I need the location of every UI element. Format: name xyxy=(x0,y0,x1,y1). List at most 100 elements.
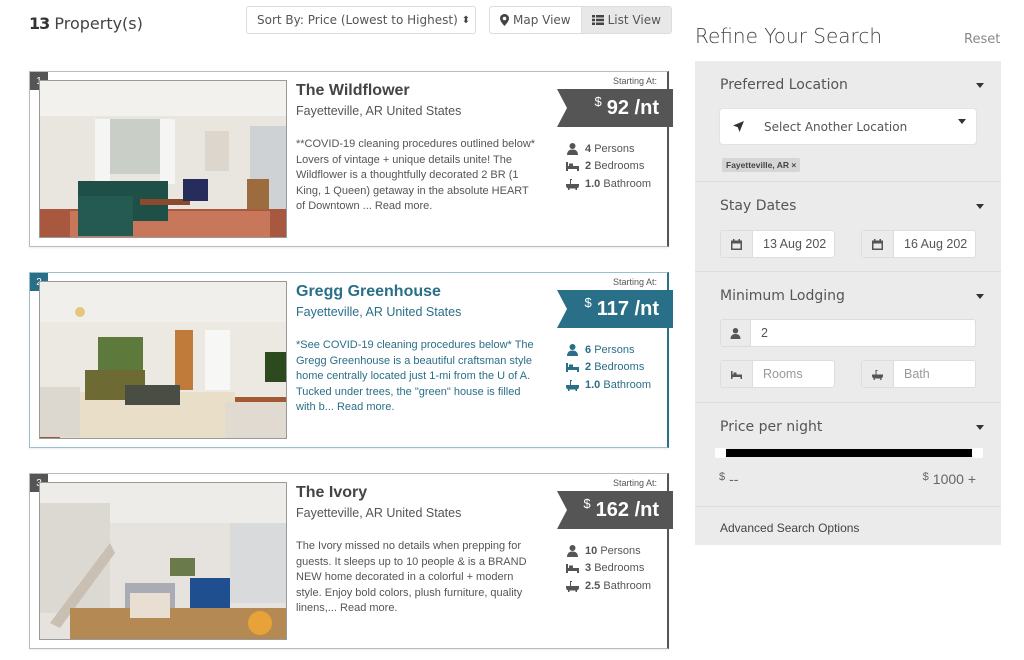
amenity-persons: 10 Persons xyxy=(566,542,651,560)
sort-label: Sort By: Price (Lowest to Highest) xyxy=(257,13,458,27)
guests-value: 2 xyxy=(761,326,768,340)
price-amount: 162 /nt xyxy=(595,498,659,521)
listing-card[interactable]: 2 Gregg Greenhouse Fayetteville, AR Unit… xyxy=(29,272,673,448)
price-amount: 117 /nt xyxy=(596,297,659,320)
location-arrow-icon xyxy=(733,121,744,132)
bathtub-icon xyxy=(862,361,894,387)
advanced-search-options-link[interactable]: Advanced Search Options xyxy=(720,521,859,535)
location-select-placeholder: Select Another Location xyxy=(764,119,908,134)
bathtub-icon xyxy=(566,379,579,391)
listing-photo[interactable] xyxy=(39,281,287,439)
price-section-title[interactable]: Price per night xyxy=(720,419,822,435)
list-view-button[interactable]: List View xyxy=(580,7,671,33)
bed-icon xyxy=(721,361,753,387)
property-count: 13 Property(s) xyxy=(29,14,143,33)
lodging-section-title[interactable]: Minimum Lodging xyxy=(720,288,845,304)
starting-at-label: Starting At: xyxy=(612,478,657,488)
sort-dropdown[interactable]: Sort By: Price (Lowest to Highest) ⬍ xyxy=(246,6,476,34)
price-currency: $ xyxy=(583,496,591,511)
checkout-date-field[interactable]: 16 Aug 202 xyxy=(861,230,976,258)
bath-placeholder: Bath xyxy=(904,367,930,381)
map-view-button[interactable]: Map View xyxy=(490,7,581,33)
price-currency: $ xyxy=(594,94,602,109)
amenities: 6 Persons 2 Bedrooms 1.0 Bathroom xyxy=(566,341,651,394)
lodging-collapse-caret-icon[interactable] xyxy=(976,294,984,299)
price-amount: 92 /nt xyxy=(606,96,659,119)
dates-section-title[interactable]: Stay Dates xyxy=(720,198,796,214)
price-ribbon: $ 117 /nt xyxy=(557,290,673,328)
bed-icon xyxy=(566,162,579,172)
price-min-handle[interactable] xyxy=(715,448,726,458)
amenity-bedrooms: 2 Bedrooms xyxy=(566,158,651,176)
bath-field[interactable]: Bath xyxy=(861,360,976,388)
list-view-label: List View xyxy=(607,13,661,27)
location-collapse-caret-icon[interactable] xyxy=(976,83,984,88)
location-section: Preferred Location Select Another Locati… xyxy=(695,61,1001,182)
price-max-handle[interactable] xyxy=(972,448,983,458)
listing-description: **COVID-19 cleaning procedures outlined … xyxy=(296,138,536,212)
guests-field[interactable]: 2 xyxy=(720,319,976,347)
listing-card[interactable]: 1 The Wildflower Fayetteville, AR United… xyxy=(29,71,673,247)
location-chip[interactable]: Fayetteville, AR × xyxy=(722,158,801,172)
price-min-readout: $ -- xyxy=(719,471,739,487)
starting-at-label: Starting At: xyxy=(612,76,657,86)
person-icon xyxy=(567,544,578,557)
listing-photo[interactable] xyxy=(39,482,287,640)
price-ribbon: $ 162 /nt xyxy=(557,491,673,529)
sort-caret-icon: ⬍ xyxy=(461,14,471,26)
refine-search-title: Refine Your Search xyxy=(695,24,883,48)
price-range-slider[interactable] xyxy=(715,448,983,458)
listing-location: Fayetteville, AR United States xyxy=(296,104,462,118)
amenities: 10 Persons 3 Bedrooms 2.5 Bathroom xyxy=(566,542,651,595)
listing-name[interactable]: The Wildflower xyxy=(296,82,410,100)
amenity-persons: 4 Persons xyxy=(566,140,651,158)
amenity-bedrooms: 3 Bedrooms xyxy=(566,560,651,578)
location-select-caret-icon xyxy=(958,119,966,124)
checkin-date-field[interactable]: 13 Aug 202 xyxy=(720,230,835,258)
list-icon xyxy=(591,15,604,25)
location-section-title[interactable]: Preferred Location xyxy=(720,77,848,93)
bathtub-icon xyxy=(566,580,579,592)
dates-collapse-caret-icon[interactable] xyxy=(976,204,984,209)
person-icon xyxy=(721,320,751,346)
bed-icon xyxy=(566,564,579,574)
filter-panel: Preferred Location Select Another Locati… xyxy=(695,61,1001,545)
calendar-icon xyxy=(862,231,894,257)
starting-at-label: Starting At: xyxy=(612,277,657,287)
amenity-bathrooms: 1.0 Bathroom xyxy=(566,175,651,193)
checkout-date-value: 16 Aug 202 xyxy=(904,237,968,251)
listing-location: Fayetteville, AR United States xyxy=(296,506,462,520)
amenity-bathrooms: 1.0 Bathroom xyxy=(566,376,651,394)
price-collapse-caret-icon[interactable] xyxy=(976,425,984,430)
map-marker-icon xyxy=(500,14,509,26)
price-max-value: 1000 + xyxy=(932,471,976,487)
bathtub-icon xyxy=(566,178,579,190)
price-range-track xyxy=(725,449,973,457)
listing-photo[interactable] xyxy=(39,80,287,238)
reset-link[interactable]: Reset xyxy=(964,32,1000,47)
property-count-label: Property(s) xyxy=(49,14,143,33)
dates-section: Stay Dates 13 Aug 202 16 Aug 202 xyxy=(695,182,1001,272)
listing-card[interactable]: 3 The Ivory Fayetteville, AR United Stat… xyxy=(29,473,673,649)
property-count-number: 13 xyxy=(29,14,50,33)
amenity-bathrooms: 2.5 Bathroom xyxy=(566,577,651,595)
amenity-bedrooms: 2 Bedrooms xyxy=(566,359,651,377)
bed-icon xyxy=(566,363,579,373)
listing-location: Fayetteville, AR United States xyxy=(296,305,462,319)
checkin-date-value: 13 Aug 202 xyxy=(763,237,827,251)
rooms-placeholder: Rooms xyxy=(763,367,803,381)
amenities: 4 Persons 2 Bedrooms 1.0 Bathroom xyxy=(566,140,651,193)
lodging-section: Minimum Lodging 2 Rooms Bath xyxy=(695,272,1001,403)
listing-description: The Ivory missed no details when preppin… xyxy=(296,540,527,614)
rooms-field[interactable]: Rooms xyxy=(720,360,835,388)
amenity-persons: 6 Persons xyxy=(566,341,651,359)
listing-name[interactable]: The Ivory xyxy=(296,484,367,502)
view-toggle: Map View List View xyxy=(489,6,672,34)
map-view-label: Map View xyxy=(513,13,571,27)
listing-name[interactable]: Gregg Greenhouse xyxy=(296,283,441,301)
location-select[interactable]: Select Another Location xyxy=(720,109,976,144)
price-currency: $ xyxy=(584,295,592,310)
listing-description: *See COVID-19 cleaning procedures below*… xyxy=(296,339,534,413)
price-max-readout: $1000 + xyxy=(922,471,976,487)
price-ribbon: $ 92 /nt xyxy=(557,89,673,127)
